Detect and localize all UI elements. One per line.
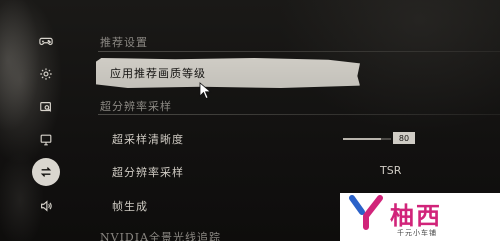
clarity-value: 80	[393, 132, 415, 144]
nvidia-section-title: NVIDIA全景光线追踪	[100, 231, 222, 241]
gear-icon[interactable]	[34, 62, 58, 86]
sampling-label: 超分辨率采样	[112, 166, 184, 179]
apply-recommended-button[interactable]: 应用推荐画质等级	[96, 58, 360, 88]
recommended-section-title: 推荐设置	[100, 36, 148, 49]
monitor-icon[interactable]	[34, 128, 58, 152]
watermark-subtitle: 千元小车铺	[397, 229, 437, 237]
speaker-icon[interactable]	[34, 194, 58, 218]
watermark-logo-icon	[349, 195, 383, 230]
clarity-label: 超采样清晰度	[112, 133, 184, 146]
clarity-slider[interactable]	[343, 136, 391, 142]
swap-arrows-icon[interactable]	[32, 158, 60, 186]
section-divider	[98, 114, 500, 115]
sampling-value-selector[interactable]: TSR	[380, 164, 401, 177]
mouse-cursor-icon	[199, 82, 212, 100]
slider-fill	[343, 138, 382, 140]
sidebar	[0, 0, 92, 241]
frame-generation-label: 帧生成	[112, 200, 148, 213]
super-resolution-section-title: 超分辨率采样	[100, 100, 172, 113]
display-search-icon[interactable]	[34, 95, 58, 119]
section-divider	[98, 51, 500, 52]
apply-recommended-label: 应用推荐画质等级	[110, 67, 206, 80]
settings-screen: 推荐设置 应用推荐画质等级 超分辨率采样 超采样清晰度 80 超分辨率采样 TS…	[0, 0, 500, 241]
watermark-title: 柚西	[390, 202, 442, 230]
gamepad-icon[interactable]	[34, 29, 58, 53]
